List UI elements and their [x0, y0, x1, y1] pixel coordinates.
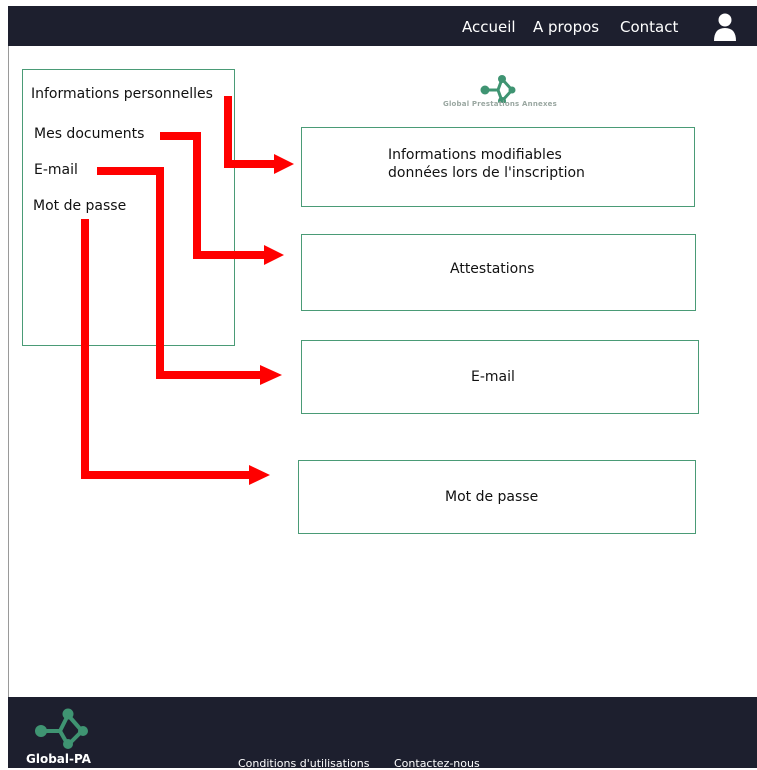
- sidebar-item-email[interactable]: E-mail: [34, 162, 78, 179]
- panel-info-line1: Informations modifiables: [388, 147, 562, 163]
- sidebar-item-informations-personnelles[interactable]: Informations personnelles: [31, 86, 213, 103]
- footer-link-contactez-nous[interactable]: Contactez-nous: [394, 757, 480, 770]
- footer-molecule-logo-icon: [35, 708, 88, 749]
- nav-link-accueil[interactable]: Accueil: [462, 18, 516, 36]
- brand-logo: Global Prestations Annexes: [432, 73, 568, 115]
- panel-info-line2: données lors de l'inscription: [388, 165, 585, 181]
- logo-tagline: Global Prestations Annexes: [443, 100, 557, 108]
- footer-brand-name: Global-PA: [26, 752, 91, 766]
- sidebar-item-mot-de-passe[interactable]: Mot de passe: [33, 198, 126, 215]
- panel-attestations: Attestations: [301, 234, 696, 311]
- top-navbar: Accueil A propos Contact: [8, 6, 757, 46]
- panel-mot-de-passe-label: Mot de passe: [445, 489, 539, 505]
- user-icon[interactable]: [712, 12, 738, 42]
- panel-email: E-mail: [301, 340, 699, 414]
- footer-link-conditions[interactable]: Conditions d'utilisations: [238, 757, 369, 770]
- nav-link-a-propos[interactable]: A propos: [533, 18, 599, 36]
- panel-informations: Informations modifiables données lors de…: [301, 127, 695, 207]
- panel-attestations-label: Attestations: [450, 261, 535, 277]
- sidebar-item-mes-documents[interactable]: Mes documents: [34, 126, 144, 143]
- nav-link-contact[interactable]: Contact: [620, 18, 678, 36]
- page-footer: Global-PA Conditions d'utilisations Cont…: [8, 697, 757, 770]
- panel-email-label: E-mail: [471, 369, 515, 385]
- panel-mot-de-passe: Mot de passe: [298, 460, 696, 534]
- molecule-logo-icon: [480, 75, 516, 103]
